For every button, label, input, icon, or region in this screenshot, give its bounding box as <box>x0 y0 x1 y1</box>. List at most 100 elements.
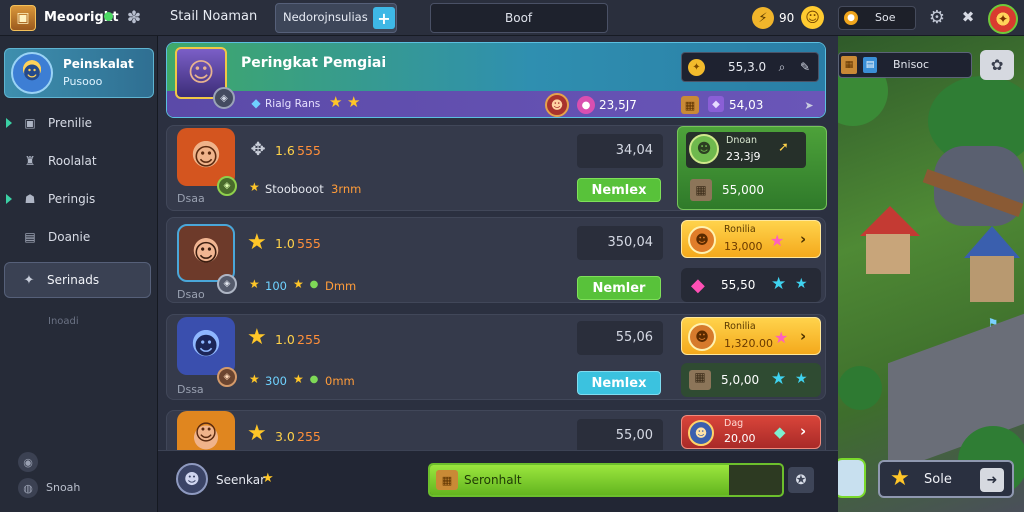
action-label: Sole <box>924 472 952 487</box>
sidebar-item-roolalat[interactable]: ♜ Roolalat <box>4 148 154 176</box>
row-small: Dsaa <box>177 192 205 205</box>
avatar: ☻ <box>11 52 53 94</box>
leaf-icon: ● <box>309 373 319 385</box>
tab-active[interactable]: Nedorojnsulias + <box>275 3 397 33</box>
cyan-star-icon: ★ <box>795 276 808 292</box>
currency-label: Soe <box>875 11 896 24</box>
row-action-button[interactable]: Nemlex <box>577 371 661 395</box>
row-name-suffix: 3rnm <box>331 182 362 196</box>
sidebar-item-doanie[interactable]: ▤ Doanie <box>4 224 154 252</box>
sidebar-item-peringis[interactable]: ☗ Peringis <box>4 186 154 214</box>
leaf-icon: ● <box>309 278 319 290</box>
player-avatar[interactable]: ☻ <box>176 463 208 495</box>
star-icon: ★ <box>329 93 343 111</box>
row-value-text: 350,04 <box>607 235 654 250</box>
chevron-right-icon[interactable]: › <box>800 230 806 248</box>
row-small: Dsao <box>177 288 205 301</box>
banner-title: Peringkat Pemgiai <box>241 55 387 71</box>
currency-box[interactable]: ● Soe <box>838 6 916 30</box>
hero-mini-avatar: ☻ <box>689 134 719 164</box>
row-score: 555 <box>297 236 321 251</box>
house-blue <box>964 226 1020 306</box>
row-value: 34,04 <box>577 134 663 168</box>
row-level: 1.6 <box>275 143 295 158</box>
row-score: 555 <box>297 143 321 158</box>
map-icon[interactable]: ✪ <box>788 467 814 493</box>
reward-card[interactable]: ☻ Dag 20,00 ◆ › <box>681 415 821 449</box>
row-action-button[interactable]: Nemlex <box>577 178 661 202</box>
chevron-right-icon <box>6 118 12 128</box>
pink-star-icon: ★ <box>770 231 785 250</box>
banner-stat1: 23,5J7 <box>599 98 637 112</box>
gear-icon: ✦ <box>23 272 35 288</box>
reward-card[interactable]: ☻ Ronilia 1,320.00 ★ › <box>681 317 821 355</box>
gem-icon: ◆ <box>251 96 261 110</box>
rank-badge-icon: ◈ <box>213 87 235 109</box>
table-row[interactable]: ☻ ◈ Dssa ★ 1.0 255 ★ 300 ★ ● 0mm 55,06 N… <box>166 314 826 400</box>
left-nav-button[interactable] <box>838 458 866 498</box>
crate-icon: ▦ <box>681 96 699 114</box>
sidebar-item-prenilie[interactable]: ▣ Prenilie <box>4 110 154 138</box>
world-view[interactable]: ▦ ▤ Bnisoc ✿ ⚑ ★ Sole ➜ <box>838 36 1024 512</box>
bolt-coin-icon: ⚡ <box>752 7 774 29</box>
table-row[interactable]: ☺ ◈ Dsao ★ 1.0 555 ★ 100 ★ ● Dmm 350,04 … <box>166 217 826 303</box>
pointer-hand-icon: ➜ <box>980 468 1004 492</box>
amethyst-icon: ◆ <box>708 96 724 112</box>
close-gear-icon[interactable]: ✖ <box>958 7 978 27</box>
chevron-right-icon[interactable]: › <box>800 327 806 345</box>
reward-title: Dag <box>724 418 744 429</box>
tab-left[interactable]: Stail Noaman <box>170 9 257 24</box>
profile-card[interactable]: ☻ Peinskalat Pusooo <box>4 48 154 98</box>
user-icon[interactable]: ◍ <box>18 478 38 498</box>
banner-search[interactable]: ✦ 55,3.0 ⌕ ✎ <box>681 52 819 82</box>
pointer-icon: ➚ <box>778 140 789 155</box>
chevron-right-icon[interactable]: › <box>800 422 806 440</box>
row-action-button[interactable]: Nemler <box>577 276 661 300</box>
row-action-label: Nemlex <box>591 376 647 391</box>
center-field[interactable]: Boof <box>430 3 608 33</box>
main-panel: ☺ ◈ Peringkat Pemgiai ✦ 55,3.0 ⌕ ✎ ◆ Ria… <box>158 36 838 512</box>
toggle-icon[interactable]: ◉ <box>18 452 38 472</box>
rank-badge-icon: ◈ <box>217 176 237 196</box>
sidebar-item-serinads[interactable]: ✦ Serinads <box>4 262 151 298</box>
reward-title: Dnoan <box>726 135 757 146</box>
table-row[interactable]: ☺ ★ 3.0 255 55,00 ☻ Dag 20,00 ◆ › <box>166 410 826 455</box>
plus-icon[interactable]: + <box>373 7 395 29</box>
row-score: 255 <box>297 332 321 347</box>
profile-name: Peinskalat <box>63 57 134 71</box>
star-icon: ★ <box>249 372 260 386</box>
sidebar: ☻ Peinskalat Pusooo ▣ Prenilie ♜ Roolala… <box>0 36 158 512</box>
sidebar-item-label: Prenilie <box>48 116 93 130</box>
table-row[interactable]: ☺ ◈ Dsaa ✥ 1.6 555 ★ Stoobooot 3rnm 34,0… <box>166 125 827 211</box>
crate-icon: ▦ <box>689 370 711 390</box>
star-icon: ★ <box>247 230 267 255</box>
chest-icon[interactable]: ▣ <box>10 5 36 31</box>
action-button[interactable]: ★ Sole ➜ <box>878 460 1014 498</box>
camera-icon[interactable]: ✿ <box>980 50 1014 80</box>
coin-value: 90 <box>779 11 795 25</box>
smile-coin-icon[interactable]: ☺ <box>801 6 824 29</box>
reward-card[interactable]: ☻ Dnoan 23,3j9 ➚ ▦ 55,000 <box>677 126 827 210</box>
star-icon: ★ <box>347 93 361 111</box>
world-search-box[interactable]: ▦ ▤ Bnisoc <box>838 52 972 78</box>
pin-icon[interactable]: ✎ <box>797 59 813 75</box>
progress-bar[interactable]: ▦ Seronhalt <box>428 463 784 497</box>
expand-arrow-icon[interactable]: ➤ <box>801 97 817 113</box>
ruby-icon: ● <box>577 96 595 114</box>
house-red <box>860 206 920 276</box>
gear-icon[interactable]: ⚙ <box>927 7 947 28</box>
crate-icon: ▦ <box>841 56 857 74</box>
reward-title: Ronilia <box>724 321 756 332</box>
pink-gem-icon: ◆ <box>691 275 705 296</box>
search-icon[interactable]: ⌕ <box>774 59 790 75</box>
pink-star-icon: ★ <box>774 328 789 347</box>
star-icon: ★ <box>249 180 260 194</box>
chevron-right-icon <box>6 194 12 204</box>
star-icon: ★ <box>293 372 304 386</box>
row-level: 3.0 <box>275 429 295 444</box>
avatar-badge-icon[interactable]: ✦ <box>988 4 1018 34</box>
reward-card[interactable]: ☻ Ronilia 13,000 ★ › <box>681 220 821 258</box>
star-icon: ★ <box>247 325 267 350</box>
settings-icon[interactable]: ✽ <box>124 8 144 28</box>
row-value-text: 34,04 <box>615 143 653 158</box>
